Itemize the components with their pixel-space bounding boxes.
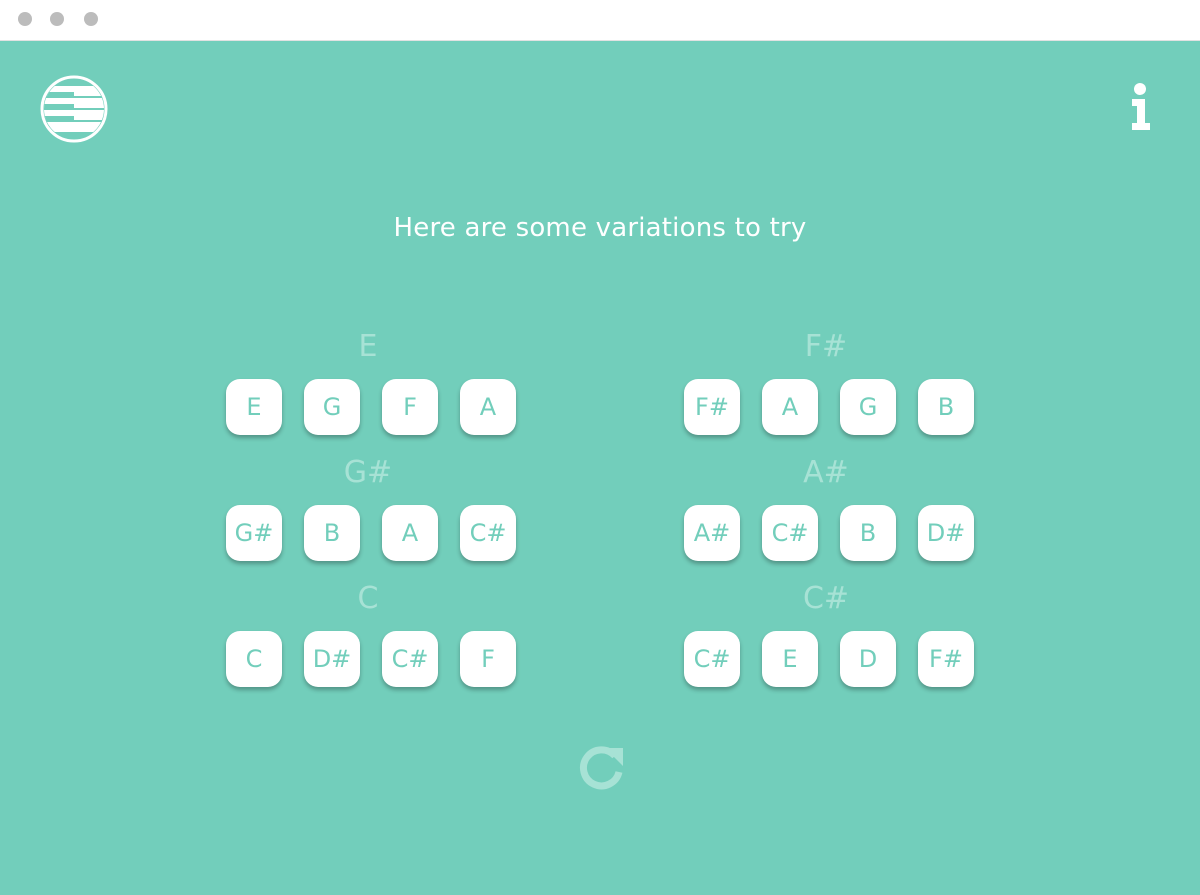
root-note-label: C bbox=[357, 581, 379, 616]
page-headline: Here are some variations to try bbox=[393, 213, 807, 243]
note-key[interactable]: D bbox=[840, 631, 896, 687]
variation-column-left: E E G F A G# G# B A C# C C D# C# F bbox=[218, 327, 518, 705]
window-maximize-dot[interactable] bbox=[84, 12, 98, 26]
note-key[interactable]: A bbox=[460, 379, 516, 435]
piano-logo-icon[interactable] bbox=[40, 75, 108, 143]
note-key[interactable]: B bbox=[918, 379, 974, 435]
note-key[interactable]: B bbox=[304, 505, 360, 561]
note-key[interactable]: D# bbox=[304, 631, 360, 687]
note-key-row: C D# C# F bbox=[218, 631, 518, 687]
note-key[interactable]: D# bbox=[918, 505, 974, 561]
note-key-row: E G F A bbox=[218, 379, 518, 435]
note-key-row: F# A G B bbox=[676, 379, 976, 435]
note-key-row: A# C# B D# bbox=[676, 505, 976, 561]
note-key[interactable]: C# bbox=[382, 631, 438, 687]
note-key[interactable]: F# bbox=[918, 631, 974, 687]
note-key[interactable]: A# bbox=[684, 505, 740, 561]
info-icon[interactable] bbox=[1122, 81, 1158, 131]
root-note-label: F# bbox=[804, 329, 848, 364]
note-key[interactable]: A bbox=[382, 505, 438, 561]
note-key[interactable]: C# bbox=[762, 505, 818, 561]
refresh-icon[interactable] bbox=[577, 744, 625, 792]
root-note-label: E bbox=[358, 329, 378, 364]
note-key[interactable]: F bbox=[460, 631, 516, 687]
note-key[interactable]: C bbox=[226, 631, 282, 687]
note-key-row: G# B A C# bbox=[218, 505, 518, 561]
note-key[interactable]: F# bbox=[684, 379, 740, 435]
root-note-label: G# bbox=[343, 455, 393, 490]
note-key[interactable]: F bbox=[382, 379, 438, 435]
variation-column-right: F# F# A G B A# A# C# B D# C# C# E D F# bbox=[676, 327, 976, 705]
note-key[interactable]: E bbox=[226, 379, 282, 435]
window-titlebar bbox=[0, 0, 1200, 41]
root-note-label: C# bbox=[802, 581, 850, 616]
note-key[interactable]: E bbox=[762, 631, 818, 687]
note-key-row: C# E D F# bbox=[676, 631, 976, 687]
root-note-label: A# bbox=[803, 455, 849, 490]
main-area: Here are some variations to try E E G F … bbox=[0, 41, 1200, 895]
note-key[interactable]: C# bbox=[684, 631, 740, 687]
window-close-dot[interactable] bbox=[18, 12, 32, 26]
note-key[interactable]: A bbox=[762, 379, 818, 435]
note-key[interactable]: C# bbox=[460, 505, 516, 561]
note-key[interactable]: B bbox=[840, 505, 896, 561]
note-key[interactable]: G# bbox=[226, 505, 282, 561]
window-minimize-dot[interactable] bbox=[50, 12, 64, 26]
note-key[interactable]: G bbox=[840, 379, 896, 435]
note-key[interactable]: G bbox=[304, 379, 360, 435]
